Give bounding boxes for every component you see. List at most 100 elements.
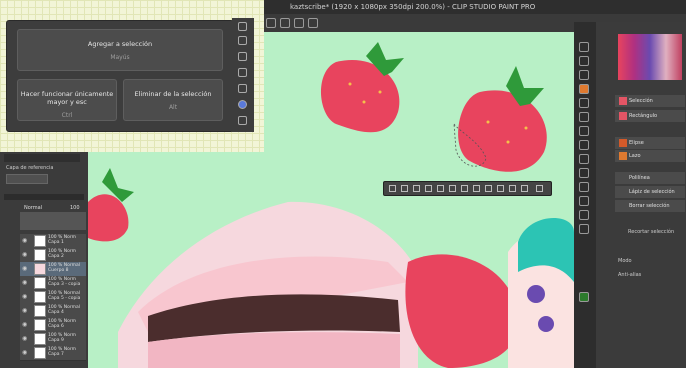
menu-icon[interactable] — [238, 22, 247, 31]
layer-item[interactable]: ◉ 100 % Norm Capa 2 — [20, 248, 86, 263]
clear-icon[interactable] — [449, 185, 456, 192]
redo-icon[interactable] — [280, 18, 290, 28]
foreground-color-swatch[interactable] — [579, 292, 589, 302]
brush-preset[interactable]: Borrar selección — [615, 200, 685, 212]
scale-icon[interactable] — [485, 185, 492, 192]
selection-mask-icon[interactable] — [521, 185, 528, 192]
eye-icon[interactable]: ◉ — [22, 280, 30, 286]
selection-launcher-toolbar — [383, 181, 552, 196]
layer-toolbar — [20, 212, 86, 230]
subtool-label: Rectángulo — [629, 113, 658, 119]
move-icon[interactable] — [579, 70, 589, 80]
eye-icon[interactable]: ◉ — [22, 294, 30, 300]
cake-illustration — [118, 201, 418, 368]
reference-layer-header: Capa de referencia — [6, 165, 54, 171]
layer-item-selected[interactable]: ◉ 100 % Normal Cuerpo 8 — [20, 262, 86, 277]
copy-paste-icon[interactable] — [473, 185, 480, 192]
remove-from-selection-button[interactable]: Eliminar de la selección Alt — [123, 79, 223, 121]
fill-icon[interactable] — [579, 182, 589, 192]
button-label: Eliminar de la selección — [134, 90, 212, 98]
eye-icon[interactable]: ◉ — [22, 266, 30, 272]
strawberry-illustration — [320, 42, 404, 133]
hand-icon[interactable] — [579, 56, 589, 66]
layer-name: 100 % Normal Capa 5 - copia — [48, 291, 81, 301]
layer-name: 100 % Norm Capa 6 — [48, 319, 76, 329]
button-label: Hacer funcionar únicamente mayor y esc — [20, 90, 114, 106]
pencil-icon[interactable] — [579, 126, 589, 136]
brush-icon[interactable] — [579, 140, 589, 150]
subtool-swatch — [619, 152, 627, 160]
copy-icon[interactable] — [238, 84, 247, 93]
shrink-icon[interactable] — [437, 185, 444, 192]
settings-icon[interactable] — [536, 185, 543, 192]
layer-name: 100 % Norm Capa 1 — [48, 235, 76, 245]
eye-icon[interactable]: ◉ — [22, 238, 30, 244]
only-major-and-esc-button[interactable]: Hacer funcionar únicamente mayor y esc C… — [17, 79, 117, 121]
dock-tabbar — [4, 154, 80, 162]
layer-panel-header — [4, 194, 84, 200]
crop-icon[interactable] — [401, 185, 408, 192]
brush-preset[interactable]: Lápiz de selección — [615, 186, 685, 198]
blend-mode-select[interactable]: Normal — [24, 205, 42, 211]
layer-name: 100 % Norm Capa 3 - copia — [48, 277, 81, 287]
layer-item[interactable]: ◉ 100 % Norm Capa 9 — [20, 332, 86, 347]
layer-item[interactable]: ◉ 100 % Norm Capa 7 — [20, 346, 86, 361]
layer-item[interactable]: ◉ 100 % Norm Capa 3 - copia — [20, 276, 86, 291]
clear-outside-icon[interactable] — [461, 185, 468, 192]
brush-label: Polilínea — [629, 175, 650, 181]
strawberry-illustration — [458, 66, 547, 172]
brush-preset[interactable]: Polilínea — [615, 172, 685, 184]
deselect-icon[interactable] — [389, 185, 396, 192]
shortcut-hint: Alt — [168, 104, 178, 111]
layers-icon[interactable] — [238, 68, 247, 77]
new-raster-icon[interactable] — [509, 185, 516, 192]
invert-icon[interactable] — [413, 185, 420, 192]
transform-icon[interactable] — [294, 18, 304, 28]
strawberry-illustration — [405, 254, 519, 368]
selection-tool-icon[interactable] — [579, 84, 589, 94]
selection-mode-icon[interactable] — [238, 100, 247, 109]
figure-icon[interactable] — [579, 210, 589, 220]
fill-selection-icon[interactable] — [497, 185, 504, 192]
undo-icon[interactable] — [266, 18, 276, 28]
fill-icon[interactable] — [238, 52, 247, 61]
lasso-icon[interactable] — [308, 18, 318, 28]
gradient-icon[interactable] — [579, 196, 589, 206]
airbrush-icon[interactable] — [579, 154, 589, 164]
layer-item[interactable]: ◉ 100 % Norm Capa 6 — [20, 318, 86, 333]
expand-icon[interactable] — [425, 185, 432, 192]
quick-access-panel: Agregar a selección Mayús Hacer funciona… — [6, 20, 234, 132]
opacity-value[interactable]: 100 — [70, 205, 80, 211]
subtool-label: Selección — [629, 98, 653, 104]
brush-label: Borrar selección — [629, 203, 670, 209]
wrench-icon[interactable] — [238, 116, 247, 125]
tool-palette — [574, 22, 596, 368]
eye-icon[interactable]: ◉ — [22, 252, 30, 258]
layer-name: 100 % Normal Capa 4 — [48, 305, 81, 315]
layer-item[interactable]: ◉ 100 % Normal Capa 5 - copia — [20, 290, 86, 305]
eye-icon[interactable]: ◉ — [22, 322, 30, 328]
eye-icon[interactable]: ◉ — [22, 350, 30, 356]
layer-item[interactable]: ◉ 100 % Norm Capa 1 — [20, 234, 86, 249]
layer-thumbnail — [34, 291, 46, 303]
text-icon[interactable] — [579, 224, 589, 234]
subtool-item[interactable]: Elipse — [615, 137, 685, 149]
property-label: Modo — [618, 258, 632, 264]
layer-thumbnail — [34, 305, 46, 317]
eyedropper-icon[interactable] — [579, 98, 589, 108]
subtool-item[interactable]: Rectángulo — [615, 110, 685, 122]
pen-icon[interactable] — [579, 112, 589, 122]
shortcut-hint: Ctrl — [61, 112, 73, 119]
add-to-selection-button[interactable]: Agregar a selección Mayús — [17, 29, 223, 71]
subtool-item[interactable]: Lazo — [615, 150, 685, 162]
color-set-palette[interactable] — [618, 34, 682, 80]
eraser-icon[interactable] — [579, 168, 589, 178]
eye-icon[interactable]: ◉ — [22, 336, 30, 342]
eye-icon[interactable]: ◉ — [22, 308, 30, 314]
subtool-item[interactable]: Selección — [615, 95, 685, 107]
pen-icon[interactable] — [238, 36, 247, 45]
layer-name: 100 % Norm Capa 9 — [48, 333, 76, 343]
zoom-icon[interactable] — [579, 42, 589, 52]
layer-item[interactable]: ◉ 100 % Normal Capa 4 — [20, 304, 86, 319]
color-swatch-field[interactable] — [6, 174, 48, 184]
